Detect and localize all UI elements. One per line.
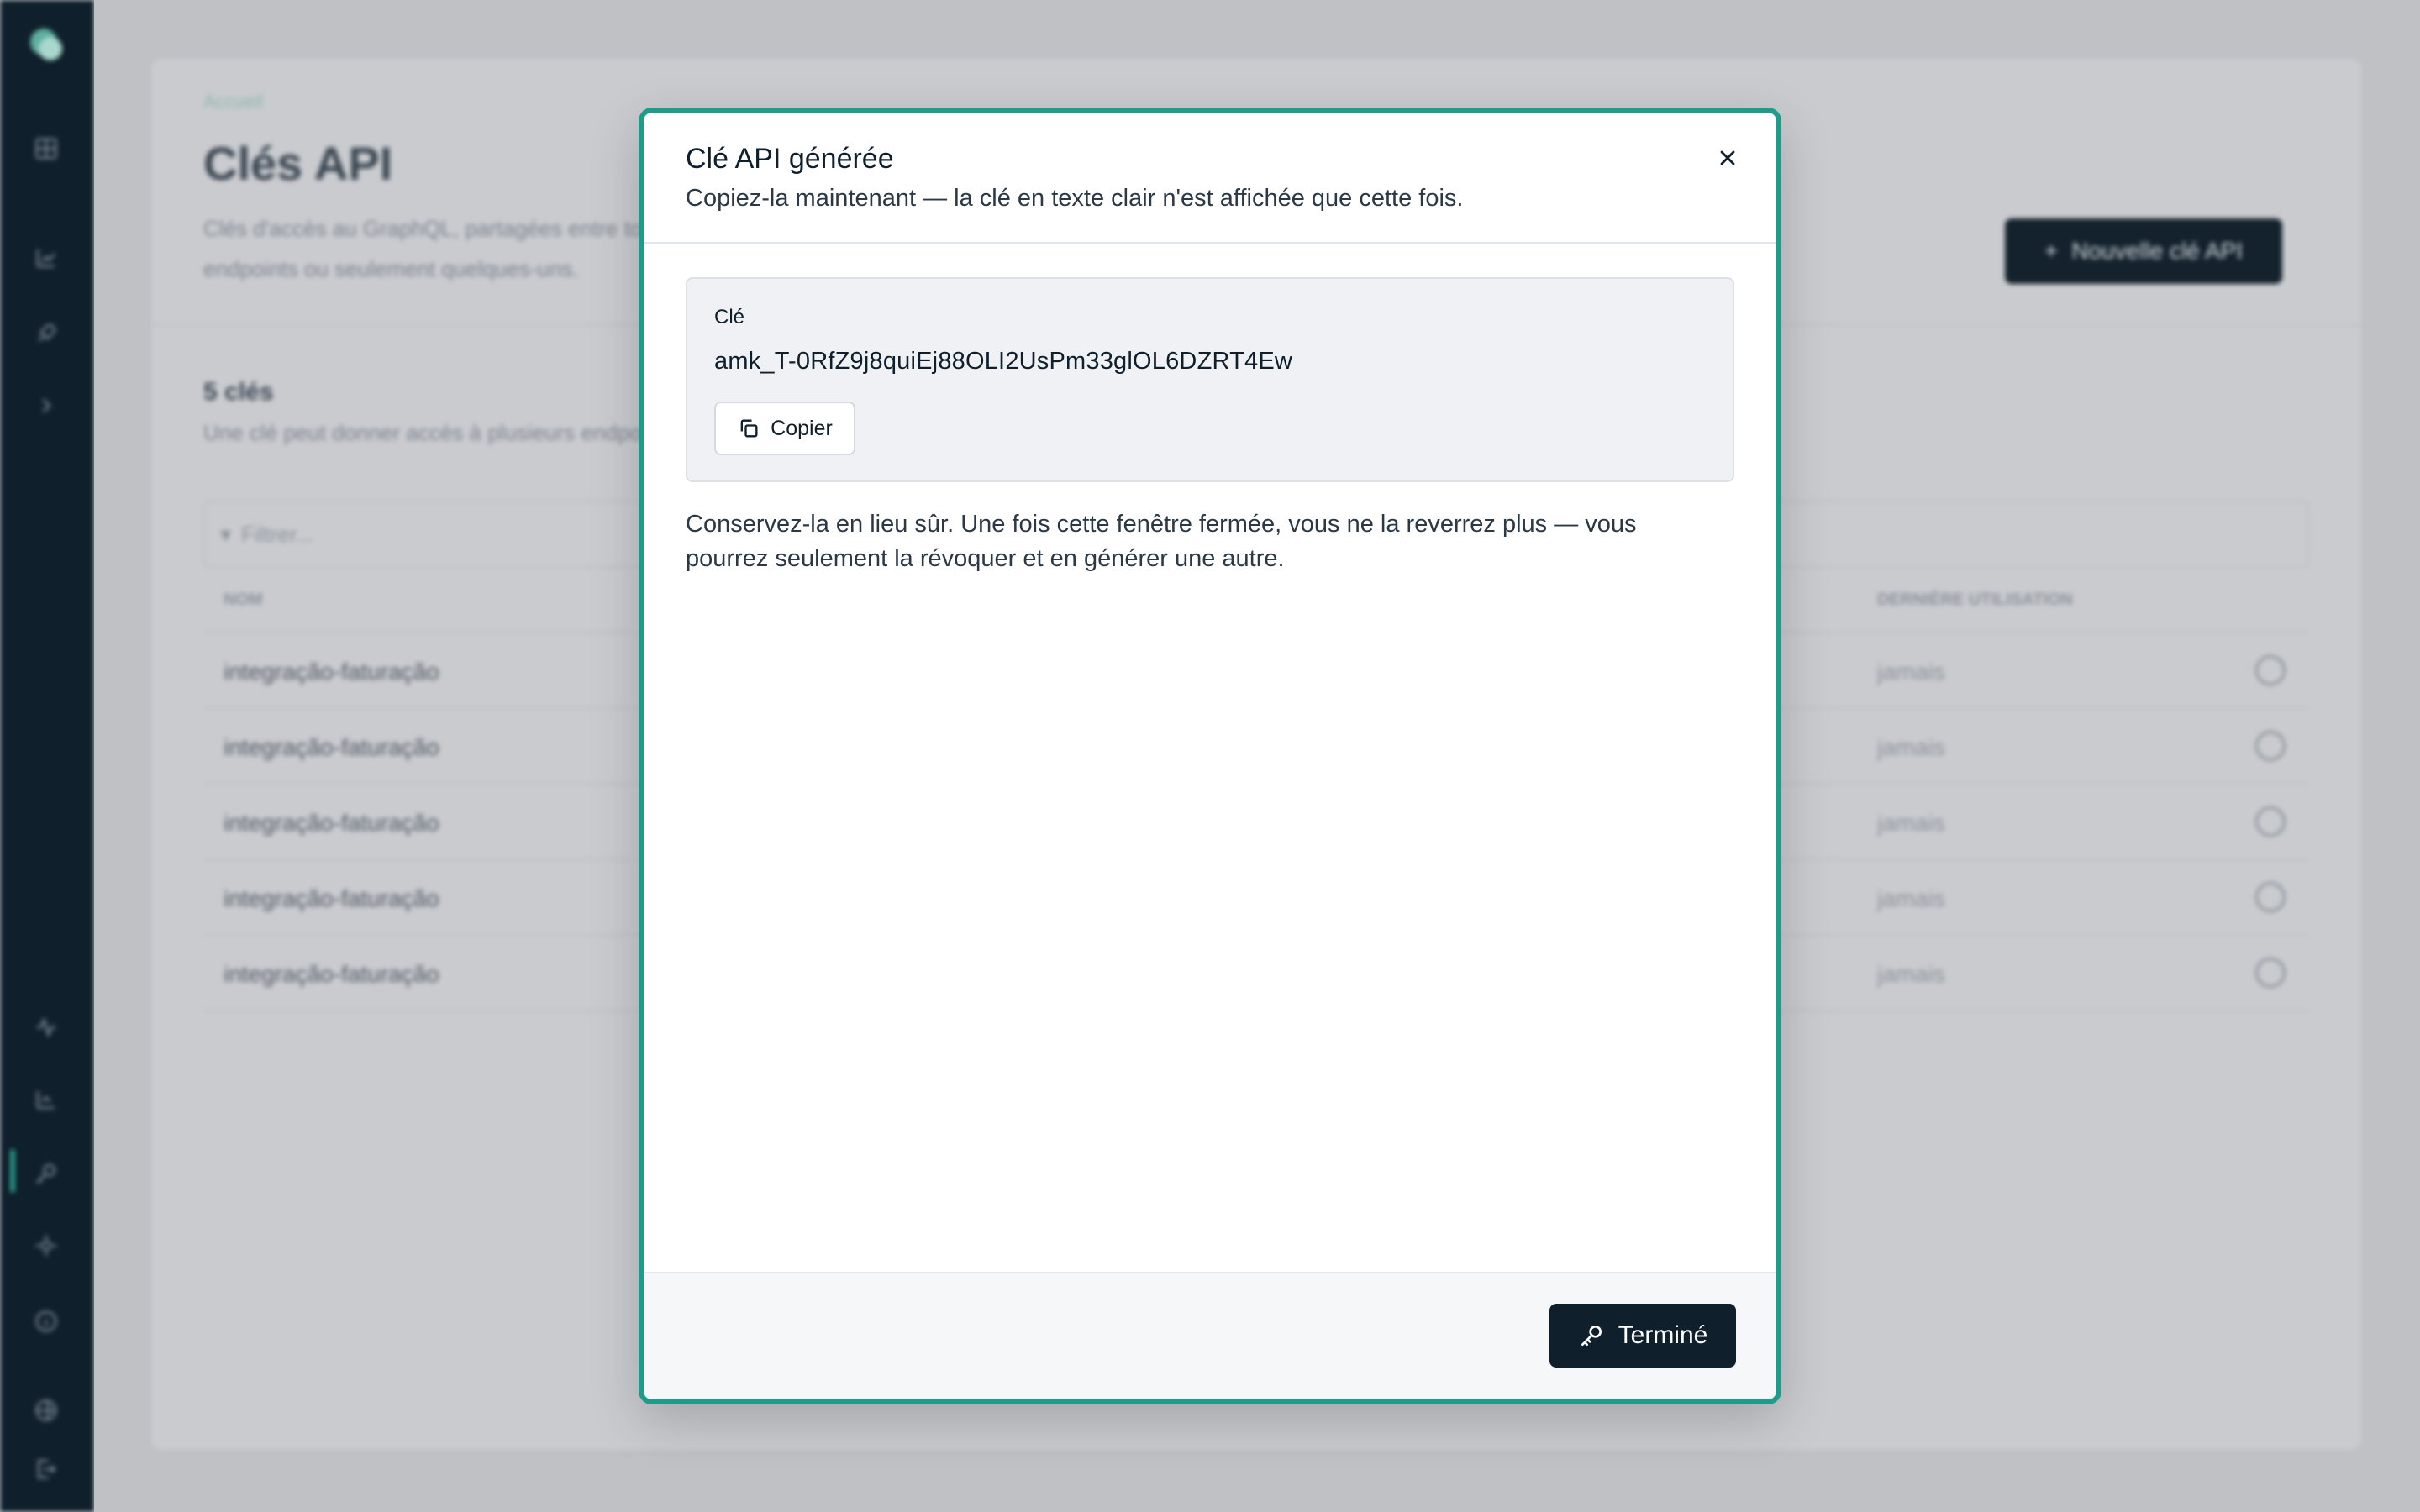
row-action-icon[interactable] <box>2255 882 2286 912</box>
analytics-icon[interactable] <box>34 1087 59 1112</box>
filter-placeholder: Filtrer... <box>241 521 314 547</box>
key-label: Clé <box>714 306 745 328</box>
copy-button[interactable]: Copier <box>714 402 855 455</box>
key-icon[interactable] <box>34 1161 59 1186</box>
logo-icon <box>25 24 69 67</box>
settings-icon[interactable] <box>34 1233 59 1258</box>
globe-icon[interactable] <box>34 1398 59 1423</box>
dialog-footer: Terminé <box>644 1272 1776 1399</box>
keys-count-subtitle: Une clé peut donner accès à plusieurs en… <box>203 420 682 445</box>
security-note: Conservez-la en lieu sûr. Une fois cette… <box>686 511 1637 572</box>
key-value[interactable]: amk_T-0RfZ9j8quiEj88OLI2UsPm33glOL6DZRT4… <box>714 348 1292 375</box>
row-last-used: jamais <box>1877 659 1945 685</box>
dialog-subtitle: Copiez-la maintenant — la clé en texte c… <box>686 185 1464 212</box>
grid-icon[interactable] <box>34 136 59 161</box>
row-last-used: jamais <box>1877 961 1945 987</box>
key-box: Clé amk_T-0RfZ9j8quiEj88OLI2UsPm33glOL6D… <box>686 277 1734 482</box>
close-icon <box>1720 150 1735 165</box>
copy-button-label: Copier <box>771 416 833 440</box>
logout-icon[interactable] <box>34 1457 59 1482</box>
row-name: integração-faturação <box>224 810 439 836</box>
done-button[interactable]: Terminé <box>1549 1304 1736 1368</box>
column-header-name[interactable]: NOM <box>224 591 263 610</box>
filter-icon: ▾ <box>220 521 232 547</box>
sidebar <box>0 0 94 1512</box>
keys-count-title: 5 clés <box>203 378 274 406</box>
chart-icon[interactable] <box>34 245 59 270</box>
row-name: integração-faturação <box>224 734 439 760</box>
row-last-used: jamais <box>1877 885 1945 911</box>
dialog-title: Clé API générée <box>686 143 894 175</box>
new-api-key-label: Nouvelle clé API <box>2071 238 2244 264</box>
chevron-icon[interactable] <box>34 393 59 418</box>
done-button-label: Terminé <box>1618 1321 1708 1349</box>
row-action-icon[interactable] <box>2255 655 2286 685</box>
info-icon[interactable] <box>34 1309 59 1334</box>
close-button[interactable] <box>1711 141 1744 175</box>
row-action-icon[interactable] <box>2255 806 2286 837</box>
row-action-icon[interactable] <box>2255 958 2286 988</box>
plus-icon: + <box>2044 238 2059 264</box>
copy-icon <box>740 419 758 438</box>
row-name: integração-faturação <box>224 961 439 987</box>
row-last-used: jamais <box>1877 734 1945 760</box>
activity-icon[interactable] <box>34 1015 59 1040</box>
new-api-key-button[interactable]: + Nouvelle clé API <box>2005 218 2282 284</box>
dialog-header: Clé API générée Copiez-la maintenant — l… <box>644 113 1776 244</box>
key-icon <box>1581 1326 1602 1346</box>
row-name: integração-faturação <box>224 659 439 685</box>
column-header-last-used[interactable]: DERNIÈRE UTILISATION <box>1877 591 2073 610</box>
breadcrumb[interactable]: Accueil <box>203 91 263 113</box>
row-last-used: jamais <box>1877 810 1945 836</box>
row-action-icon[interactable] <box>2255 731 2286 761</box>
api-key-generated-dialog: Clé API générée Copiez-la maintenant — l… <box>639 108 1781 1404</box>
row-name: integração-faturação <box>224 885 439 911</box>
page-title: Clés API <box>203 137 393 190</box>
sidebar-active-indicator <box>10 1149 15 1193</box>
rocket-icon[interactable] <box>34 321 59 346</box>
